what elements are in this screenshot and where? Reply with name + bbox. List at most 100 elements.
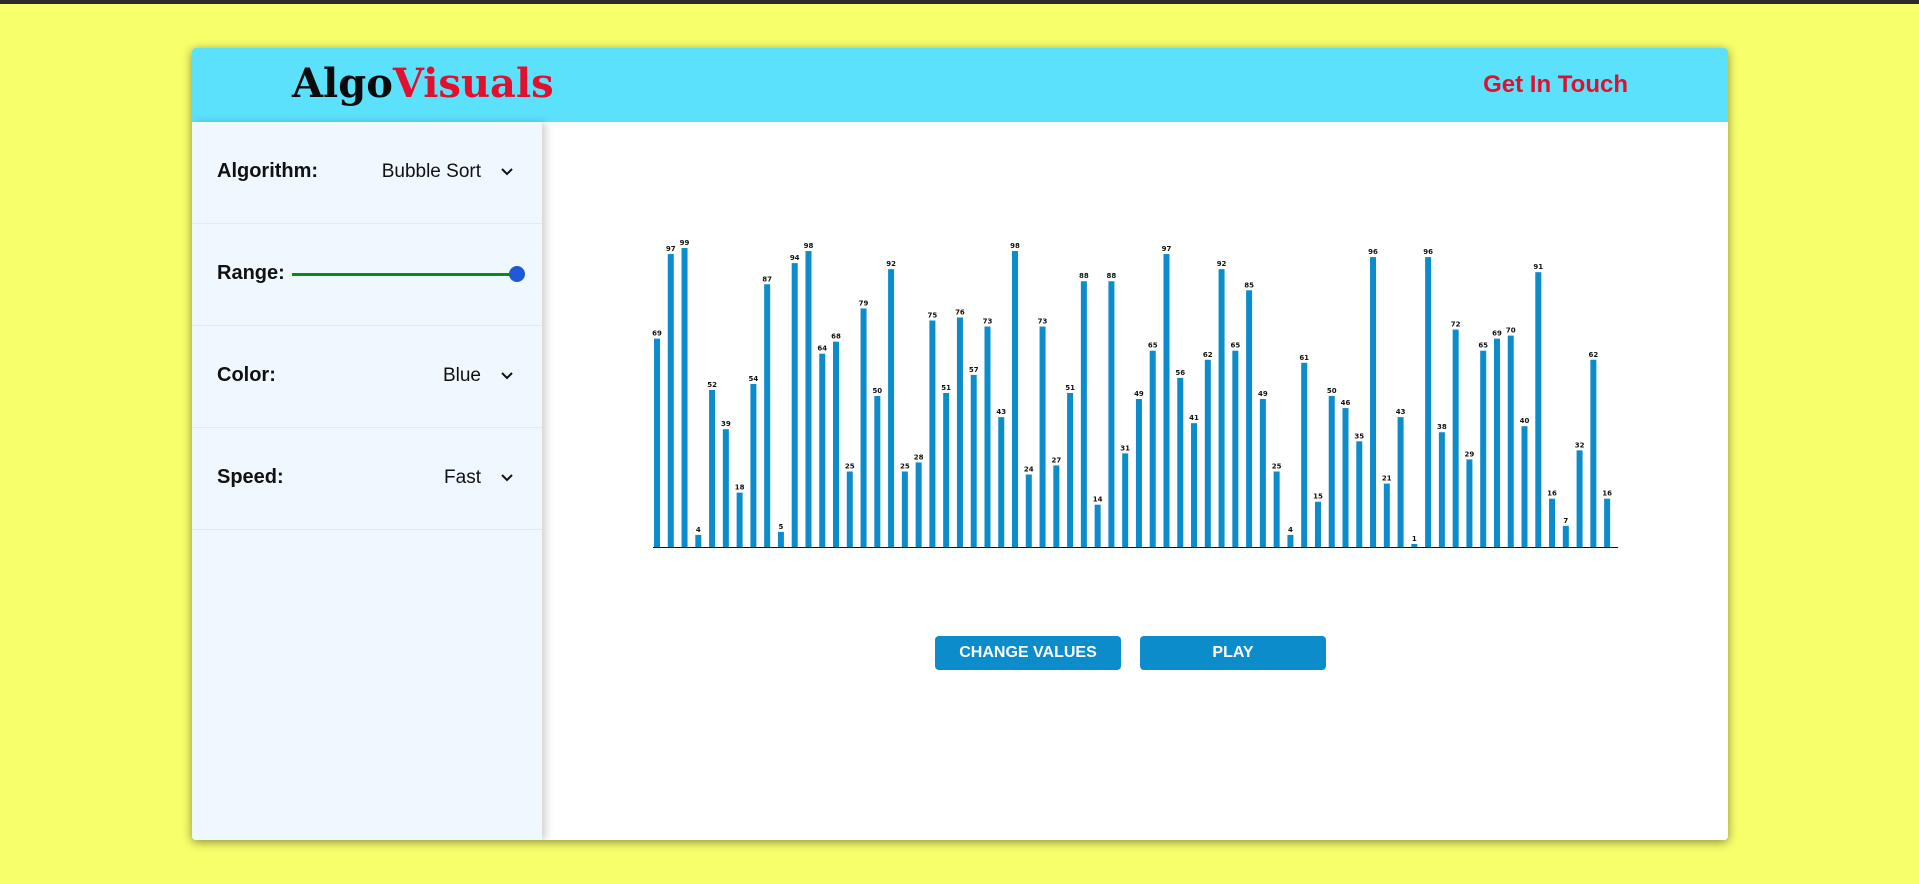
bar — [1397, 417, 1404, 547]
bar — [833, 341, 840, 547]
bar — [915, 462, 922, 547]
bar — [1535, 272, 1542, 547]
bar-value-label: 91 — [1533, 263, 1543, 271]
bar — [1108, 281, 1115, 547]
bar — [1080, 281, 1087, 547]
bar — [1259, 399, 1266, 547]
bar-value-label: 62 — [1588, 351, 1598, 359]
brand-logo: AlgoVisuals — [292, 62, 554, 106]
range-slider[interactable] — [292, 264, 525, 284]
bar — [736, 492, 743, 547]
bar-value-label: 51 — [1065, 384, 1075, 392]
bar — [1012, 251, 1019, 548]
algorithm-select[interactable]: Bubble Sort — [382, 158, 517, 186]
bar-value-label: 85 — [1244, 281, 1254, 289]
bar — [943, 392, 950, 547]
bar-value-label: 54 — [749, 375, 759, 383]
bar — [791, 263, 798, 547]
bar-value-label: 16 — [1547, 490, 1557, 498]
speed-select-value: Fast — [444, 467, 481, 488]
bar-value-label: 73 — [1038, 318, 1048, 326]
bar — [1521, 426, 1528, 547]
bar-value-label: 52 — [707, 381, 717, 389]
bar-chart: 6997994523918548759498646825795092252875… — [652, 239, 1619, 548]
bar-value-label: 31 — [1120, 444, 1130, 452]
bar-value-label: 96 — [1368, 248, 1378, 256]
bar-value-label: 65 — [1230, 342, 1240, 350]
bar — [888, 269, 895, 547]
bar — [1067, 392, 1074, 547]
speed-label: Speed: — [217, 466, 284, 488]
bar-value-label: 62 — [1203, 351, 1213, 359]
bar-value-label: 96 — [1423, 248, 1433, 256]
bar — [1370, 257, 1377, 547]
bar-value-label: 1 — [1412, 535, 1417, 543]
algorithm-label: Algorithm: — [217, 160, 319, 182]
bar-value-label: 57 — [969, 366, 979, 374]
bar — [1232, 350, 1239, 547]
bar — [667, 254, 674, 547]
bar-value-label: 41 — [1189, 414, 1199, 422]
bar-value-label: 50 — [872, 387, 882, 395]
bar-value-label: 64 — [817, 345, 827, 353]
bar-value-label: 16 — [1602, 490, 1612, 498]
bar — [1328, 396, 1335, 547]
bar-value-label: 14 — [1093, 496, 1103, 504]
bar — [1452, 329, 1459, 547]
color-select-value: Blue — [442, 365, 481, 386]
bar-value-label: 49 — [1258, 390, 1268, 398]
bar — [722, 429, 729, 547]
bar-value-label: 29 — [1465, 450, 1475, 458]
bar — [1383, 483, 1390, 547]
bar-value-label: 18 — [735, 484, 745, 492]
bar — [1177, 377, 1184, 547]
bar — [901, 471, 908, 547]
bar — [1493, 338, 1500, 547]
range-slider-thumb[interactable] — [509, 266, 525, 282]
bar — [874, 396, 881, 547]
algorithm-row: Algorithm: Bubble Sort — [192, 122, 542, 224]
bar — [805, 251, 812, 548]
bar — [998, 417, 1005, 547]
bar — [1122, 453, 1129, 547]
bar-value-label: 49 — [1134, 390, 1144, 398]
bar — [1039, 326, 1046, 547]
bar-value-label: 4 — [1288, 526, 1293, 534]
bar-value-label: 21 — [1382, 475, 1392, 483]
bar-value-label: 7 — [1563, 517, 1568, 525]
bar-value-label: 25 — [1272, 463, 1282, 471]
bar — [1549, 498, 1556, 547]
bar-value-label: 69 — [1492, 330, 1502, 338]
algorithm-select-value: Bubble Sort — [381, 161, 481, 182]
bar — [1562, 525, 1569, 547]
bar-value-label: 4 — [696, 526, 701, 534]
bar-value-label: 79 — [859, 299, 869, 307]
brand-part-visuals: Visuals — [392, 60, 554, 107]
bar-value-label: 92 — [1217, 260, 1227, 268]
play-button[interactable]: PLAY — [1140, 636, 1326, 670]
get-in-touch-link[interactable]: Get In Touch — [1483, 71, 1628, 99]
bar-value-label: 43 — [996, 408, 1006, 416]
bar — [1480, 350, 1487, 547]
bar-value-label: 15 — [1313, 493, 1323, 501]
bar-value-label: 70 — [1506, 327, 1516, 335]
bar — [1604, 498, 1611, 547]
bar-value-label: 92 — [886, 260, 896, 268]
bar-value-label: 35 — [1354, 432, 1364, 440]
bar-value-label: 65 — [1478, 342, 1488, 350]
bar-value-label: 94 — [790, 254, 800, 262]
bar — [1135, 399, 1142, 547]
bar — [1246, 290, 1253, 547]
bar-value-label: 40 — [1520, 417, 1530, 425]
bar — [1204, 359, 1211, 547]
bar-value-label: 46 — [1341, 399, 1351, 407]
bar — [1191, 423, 1198, 547]
change-values-button[interactable]: CHANGE VALUES — [935, 636, 1121, 670]
bar-value-label: 32 — [1575, 441, 1585, 449]
bar — [1425, 257, 1432, 547]
bar — [1314, 501, 1321, 547]
color-select[interactable]: Blue — [443, 362, 517, 390]
speed-select[interactable]: Fast — [444, 464, 517, 492]
bar-value-label: 68 — [831, 333, 841, 341]
chevron-down-icon — [497, 468, 517, 488]
